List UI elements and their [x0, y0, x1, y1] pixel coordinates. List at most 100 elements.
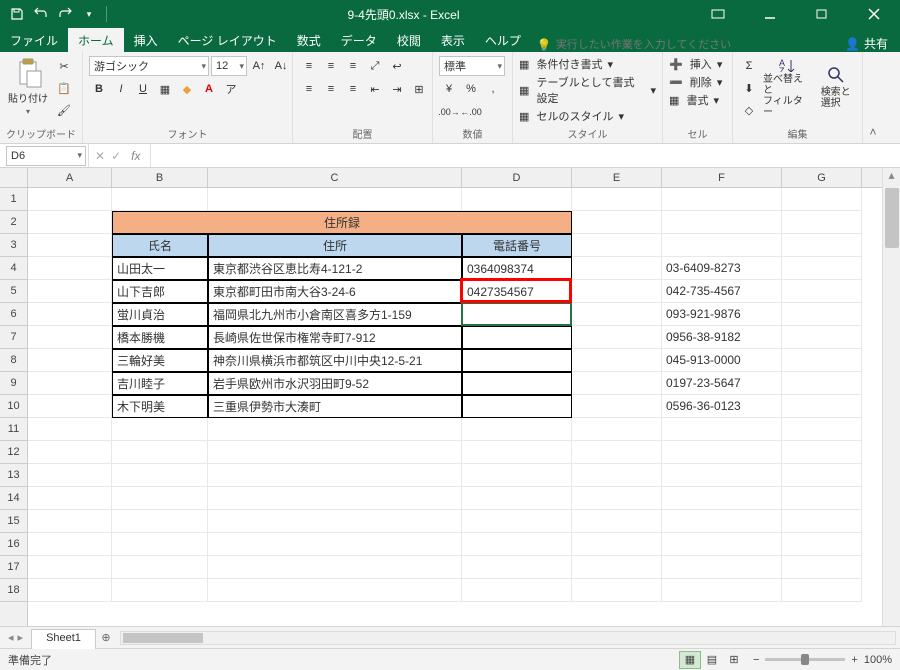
- row-headers[interactable]: 123456789101112131415161718: [0, 188, 28, 626]
- tab-review[interactable]: 校閲: [387, 28, 431, 52]
- sheet-nav-next-icon[interactable]: ▸: [18, 631, 24, 644]
- cell-E5[interactable]: [572, 280, 662, 303]
- scroll-up-icon[interactable]: ▴: [883, 168, 900, 186]
- tab-insert[interactable]: 挿入: [124, 28, 168, 52]
- cell-A8[interactable]: [28, 349, 112, 372]
- cell-B4[interactable]: 山田太一: [112, 257, 208, 280]
- merge-button[interactable]: ⊞: [409, 79, 429, 99]
- undo-icon[interactable]: [30, 3, 52, 25]
- format-painter-button[interactable]: 🖌: [54, 100, 74, 120]
- paste-button[interactable]: 貼り付け ▾: [6, 56, 50, 118]
- cell-B12[interactable]: [112, 441, 208, 464]
- cell-D13[interactable]: [462, 464, 572, 487]
- cell-F14[interactable]: [662, 487, 782, 510]
- collapse-ribbon-icon[interactable]: ˄: [863, 52, 883, 143]
- cell-A7[interactable]: [28, 326, 112, 349]
- cell-B7[interactable]: 橋本勝機: [112, 326, 208, 349]
- tell-me-input[interactable]: [556, 39, 736, 51]
- underline-button[interactable]: U: [133, 79, 153, 99]
- sheet-tab[interactable]: Sheet1: [31, 629, 96, 649]
- tell-me-box[interactable]: 💡: [531, 38, 833, 52]
- cell-F17[interactable]: [662, 556, 782, 579]
- row-header-3[interactable]: 3: [0, 234, 27, 257]
- cell-D12[interactable]: [462, 441, 572, 464]
- italic-button[interactable]: I: [111, 79, 131, 99]
- cell-B13[interactable]: [112, 464, 208, 487]
- cell-D10[interactable]: [462, 395, 572, 418]
- cell-G7[interactable]: [782, 326, 862, 349]
- cell-C10[interactable]: 三重県伊勢市大湊町: [208, 395, 462, 418]
- cell-D1[interactable]: [462, 188, 572, 211]
- cell-F7[interactable]: 0956-38-9182: [662, 326, 782, 349]
- cell-F3[interactable]: [662, 234, 782, 257]
- cell-B17[interactable]: [112, 556, 208, 579]
- tab-help[interactable]: ヘルプ: [475, 28, 531, 52]
- cell-F6[interactable]: 093-921-9876: [662, 303, 782, 326]
- qat-customize-icon[interactable]: ▾: [78, 3, 100, 25]
- cell-E6[interactable]: [572, 303, 662, 326]
- zoom-in-button[interactable]: +: [851, 654, 857, 666]
- cell-C7[interactable]: 長崎県佐世保市権常寺町7-912: [208, 326, 462, 349]
- cell-D15[interactable]: [462, 510, 572, 533]
- cell-C3[interactable]: 住所: [208, 234, 462, 257]
- delete-cells-button[interactable]: ➖ 削除 ▾: [669, 74, 722, 90]
- find-select-button[interactable]: 検索と 選択: [815, 56, 856, 118]
- cell-D11[interactable]: [462, 418, 572, 441]
- cell-B5[interactable]: 山下吉郎: [112, 280, 208, 303]
- font-family-combo[interactable]: 游ゴシック: [89, 56, 209, 76]
- row-header-17[interactable]: 17: [0, 556, 27, 579]
- col-header-C[interactable]: C: [208, 168, 462, 187]
- cell-D7[interactable]: [462, 326, 572, 349]
- pagelayout-view-icon[interactable]: ▤: [701, 651, 723, 669]
- cell-styles-button[interactable]: ▦ セルのスタイル ▾: [519, 108, 624, 124]
- row-header-8[interactable]: 8: [0, 349, 27, 372]
- cell-A16[interactable]: [28, 533, 112, 556]
- cell-F12[interactable]: [662, 441, 782, 464]
- comma-button[interactable]: ,: [483, 79, 503, 99]
- cell-G8[interactable]: [782, 349, 862, 372]
- align-middle-button[interactable]: ≡: [321, 56, 341, 76]
- row-header-5[interactable]: 5: [0, 280, 27, 303]
- tab-file[interactable]: ファイル: [0, 28, 68, 52]
- cell-D18[interactable]: [462, 579, 572, 602]
- row-header-2[interactable]: 2: [0, 211, 27, 234]
- row-header-7[interactable]: 7: [0, 326, 27, 349]
- accept-formula-icon[interactable]: ✓: [111, 149, 121, 163]
- cell-A11[interactable]: [28, 418, 112, 441]
- cell-E14[interactable]: [572, 487, 662, 510]
- spreadsheet-grid[interactable]: ABCDEFG 123456789101112131415161718 住所録氏…: [0, 168, 900, 626]
- share-button[interactable]: 👤 共有: [833, 35, 900, 52]
- cell-E1[interactable]: [572, 188, 662, 211]
- cell-area[interactable]: 住所録氏名住所電話番号山田太一東京都渋谷区恵比寿4-121-2036409837…: [28, 188, 882, 626]
- cell-D4[interactable]: 0364098374: [462, 257, 572, 280]
- row-header-9[interactable]: 9: [0, 372, 27, 395]
- cell-D17[interactable]: [462, 556, 572, 579]
- cell-E11[interactable]: [572, 418, 662, 441]
- name-box[interactable]: D6: [6, 146, 86, 166]
- sort-filter-button[interactable]: AZ 並べ替えと フィルター: [763, 56, 811, 118]
- row-header-11[interactable]: 11: [0, 418, 27, 441]
- select-all-corner[interactable]: [0, 168, 28, 188]
- tab-formulas[interactable]: 数式: [287, 28, 331, 52]
- cell-A3[interactable]: [28, 234, 112, 257]
- cell-E18[interactable]: [572, 579, 662, 602]
- cell-G6[interactable]: [782, 303, 862, 326]
- cell-C5[interactable]: 東京都町田市南大谷3-24-6: [208, 280, 462, 303]
- copy-button[interactable]: 📋: [54, 78, 74, 98]
- cell-D9[interactable]: [462, 372, 572, 395]
- cell-C15[interactable]: [208, 510, 462, 533]
- cell-E9[interactable]: [572, 372, 662, 395]
- cell-G12[interactable]: [782, 441, 862, 464]
- cell-F9[interactable]: 0197-23-5647: [662, 372, 782, 395]
- cell-E17[interactable]: [572, 556, 662, 579]
- fill-button[interactable]: ⬇: [739, 78, 759, 98]
- cell-G10[interactable]: [782, 395, 862, 418]
- row-header-14[interactable]: 14: [0, 487, 27, 510]
- cell-A1[interactable]: [28, 188, 112, 211]
- cell-F8[interactable]: 045-913-0000: [662, 349, 782, 372]
- cell-A9[interactable]: [28, 372, 112, 395]
- align-bottom-button[interactable]: ≡: [343, 56, 363, 76]
- cell-C1[interactable]: [208, 188, 462, 211]
- grow-font-button[interactable]: A↑: [249, 56, 269, 76]
- cell-G18[interactable]: [782, 579, 862, 602]
